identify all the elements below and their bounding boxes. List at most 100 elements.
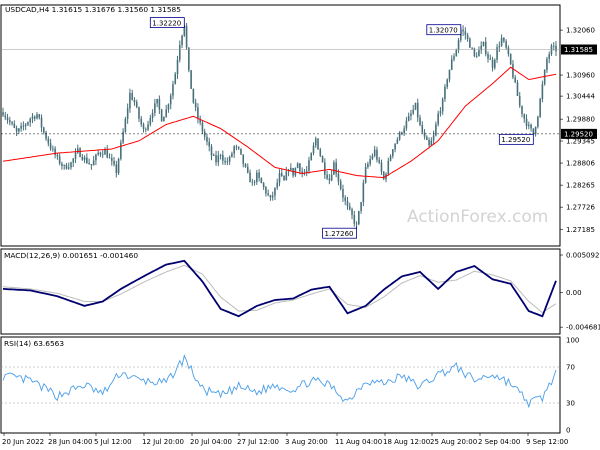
price-bar-body — [403, 128, 405, 134]
price-bar-body — [167, 104, 170, 110]
price-bar-body — [335, 162, 337, 174]
moving-average-line — [2, 66, 557, 179]
price-bar-body — [11, 122, 13, 124]
price-bar-body — [367, 163, 369, 168]
price-tick-label: 1.32060 — [566, 27, 595, 35]
price-bar-body — [423, 132, 426, 137]
price-bar-body — [469, 38, 471, 48]
price-bar-body — [38, 114, 41, 118]
price-bar-body — [86, 157, 88, 163]
price-bar-body — [518, 96, 521, 106]
price-bar-body — [280, 173, 283, 176]
price-bar-body — [36, 114, 38, 119]
price-bar-body — [70, 162, 72, 168]
time-tick-label: 12 Jul 20:00 — [142, 438, 184, 446]
rsi-line — [2, 354, 557, 409]
price-bar-body — [290, 168, 292, 171]
macd-tick-label: 0.00 — [566, 289, 582, 297]
rsi-tick-label: 0 — [566, 427, 570, 435]
price-bar-body — [552, 45, 555, 47]
price-bar-body — [548, 54, 551, 59]
price-bar-body — [321, 156, 324, 163]
price-bar-body — [426, 136, 428, 140]
price-bar-body — [387, 160, 390, 174]
rsi-tick-label: 70 — [566, 364, 575, 372]
price-bar-body — [24, 124, 27, 127]
price-bar-body — [142, 124, 145, 129]
price-bar-body — [546, 58, 548, 71]
chart-canvas[interactable]: ActionForex.com USDCAD,H4 1.31615 1.3167… — [0, 0, 600, 450]
price-bar-body — [201, 122, 204, 132]
price-bar-body — [158, 99, 161, 110]
time-tick-label: 20 Jul 04:00 — [190, 438, 232, 446]
price-bar-body — [337, 173, 340, 182]
price-bar-body — [185, 25, 188, 48]
price-bar-body — [414, 102, 417, 110]
price-bar-body — [380, 162, 383, 172]
price-bar-body — [509, 53, 512, 65]
price-bar-body — [525, 118, 528, 126]
price-bar-body — [215, 155, 217, 163]
price-bar-body — [464, 31, 467, 35]
price-marker-label: 1.29520 — [564, 130, 593, 138]
price-bar-body — [156, 99, 158, 104]
price-bar-body — [364, 167, 367, 183]
price-bar-body — [240, 148, 242, 155]
price-bar-body — [500, 37, 503, 47]
price-bar-body — [172, 84, 174, 96]
price-bar-body — [40, 117, 43, 128]
price-bar-body — [419, 117, 421, 126]
price-bar-body — [174, 74, 177, 85]
price-bar-body — [516, 82, 519, 97]
price-bar-body — [396, 139, 399, 144]
price-bar-body — [95, 154, 97, 161]
price-bar-body — [74, 152, 77, 159]
price-bar-body — [129, 92, 131, 109]
price-bar-body — [299, 163, 301, 172]
price-bar-body — [317, 138, 319, 150]
price-bar-body — [176, 59, 179, 75]
rsi-tick-label: 100 — [566, 337, 579, 345]
time-tick-label: 18 Aug 12:00 — [383, 438, 430, 446]
price-series — [1, 22, 560, 229]
chart-window[interactable]: ActionForex.com USDCAD,H4 1.31615 1.3167… — [0, 0, 600, 450]
price-bar-body — [256, 172, 258, 183]
price-bar-body — [188, 47, 190, 71]
price-bar-body — [262, 183, 265, 188]
rsi-pane[interactable] — [0, 336, 561, 434]
price-bar-body — [31, 116, 34, 119]
price-bar-body — [555, 45, 557, 52]
price-bar-body — [47, 138, 50, 144]
price-bar-body — [217, 155, 220, 163]
price-bar-body — [92, 160, 95, 166]
price-bar-body — [122, 131, 124, 143]
price-bar-body — [258, 172, 260, 178]
price-bar-body — [169, 95, 172, 105]
price-bar-body — [441, 98, 444, 112]
price-bar-body — [346, 200, 349, 207]
moving-average-series — [2, 66, 557, 179]
price-bar-body — [2, 112, 4, 116]
price-bar-body — [310, 153, 313, 161]
price-tick-label: 1.28806 — [566, 160, 595, 168]
price-bar-body — [491, 59, 494, 68]
price-bar-body — [505, 41, 507, 48]
price-bar-body — [135, 102, 138, 108]
price-bar-body — [330, 174, 333, 181]
price-bar-body — [210, 146, 213, 156]
price-bar-body — [328, 178, 331, 181]
price-bar-body — [523, 114, 526, 119]
price-bar-body — [416, 102, 419, 118]
price-bar-body — [33, 116, 36, 119]
price-bar-body — [401, 132, 403, 134]
price-bar-body — [67, 167, 70, 169]
symbol-info: USDCAD,H4 1.31615 1.31676 1.31560 1.3158… — [5, 5, 181, 14]
price-bar-body — [181, 35, 183, 46]
price-bar-body — [283, 175, 285, 181]
price-bar-body — [63, 164, 65, 166]
price-bar-body — [237, 146, 240, 149]
price-bar-body — [512, 64, 514, 78]
price-bar-body — [457, 40, 460, 51]
macd-pane[interactable] — [0, 248, 561, 335]
price-bar-body — [126, 108, 129, 119]
